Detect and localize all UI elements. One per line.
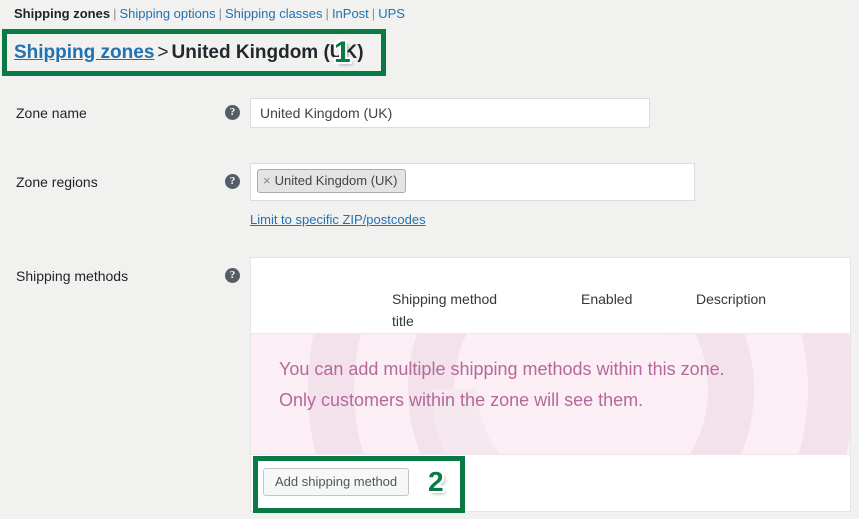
shipping-methods-table: Shipping method title Enabled Descriptio… <box>250 257 851 512</box>
zone-name-label: Zone name <box>16 105 87 121</box>
subnav-separator: | <box>218 6 222 21</box>
help-icon[interactable]: ? <box>225 105 240 120</box>
shipping-methods-empty-state: You can add multiple shipping methods wi… <box>251 334 850 454</box>
subnav-separator: | <box>325 6 329 21</box>
column-header-description: Description <box>696 291 767 307</box>
shipping-methods-table-footer: Add shipping method <box>251 454 850 510</box>
subnav-item-shipping-classes[interactable]: Shipping classes <box>225 6 323 21</box>
page-root: Shipping zones | Shipping options | Shipping… <box>0 0 859 519</box>
subnav-item-inpost[interactable]: InPost <box>332 6 369 21</box>
empty-state-notice-line-1: You can add multiple shipping methods wi… <box>279 359 725 379</box>
empty-state-notice: You can add multiple shipping methods wi… <box>279 354 725 416</box>
zone-name-input[interactable] <box>250 98 650 128</box>
shipping-methods-table-header: Shipping method title Enabled Descriptio… <box>251 258 850 334</box>
annotation-marker-2: 2 <box>428 466 444 497</box>
shipping-methods-label: Shipping methods <box>16 268 129 284</box>
subnav-item-shipping-zones[interactable]: Shipping zones <box>14 6 110 21</box>
remove-region-icon[interactable]: × <box>263 173 275 188</box>
breadcrumb-link-shipping-zones[interactable]: Shipping zones <box>14 42 154 63</box>
limit-zip-postcodes-link[interactable]: Limit to specific ZIP/postcodes <box>250 212 426 227</box>
breadcrumb-chevron: > <box>157 42 169 63</box>
subnav-item-ups[interactable]: UPS <box>378 6 405 21</box>
help-icon[interactable]: ? <box>225 268 240 283</box>
zone-regions-label: Zone regions <box>16 174 98 190</box>
subnav-separator: | <box>371 6 376 21</box>
column-header-shipping-method-title: Shipping method title <box>392 291 498 329</box>
zone-regions-select[interactable]: × United Kingdom (UK) <box>250 163 695 201</box>
region-tag[interactable]: × United Kingdom (UK) <box>257 169 407 193</box>
breadcrumb: Shipping zones > United Kingdom (UK) <box>14 40 364 66</box>
annotation-marker-1: 1 <box>334 36 351 69</box>
empty-state-notice-line-2: Only customers within the zone will see … <box>279 390 644 410</box>
column-header-enabled: Enabled <box>581 291 633 307</box>
shipping-subnav: Shipping zones | Shipping options | Shipping… <box>14 6 405 22</box>
region-tag-label: United Kingdom (UK) <box>274 173 398 188</box>
add-shipping-method-button[interactable]: Add shipping method <box>263 468 410 496</box>
help-icon[interactable]: ? <box>225 174 240 189</box>
subnav-item-shipping-options[interactable]: Shipping options <box>119 6 215 21</box>
